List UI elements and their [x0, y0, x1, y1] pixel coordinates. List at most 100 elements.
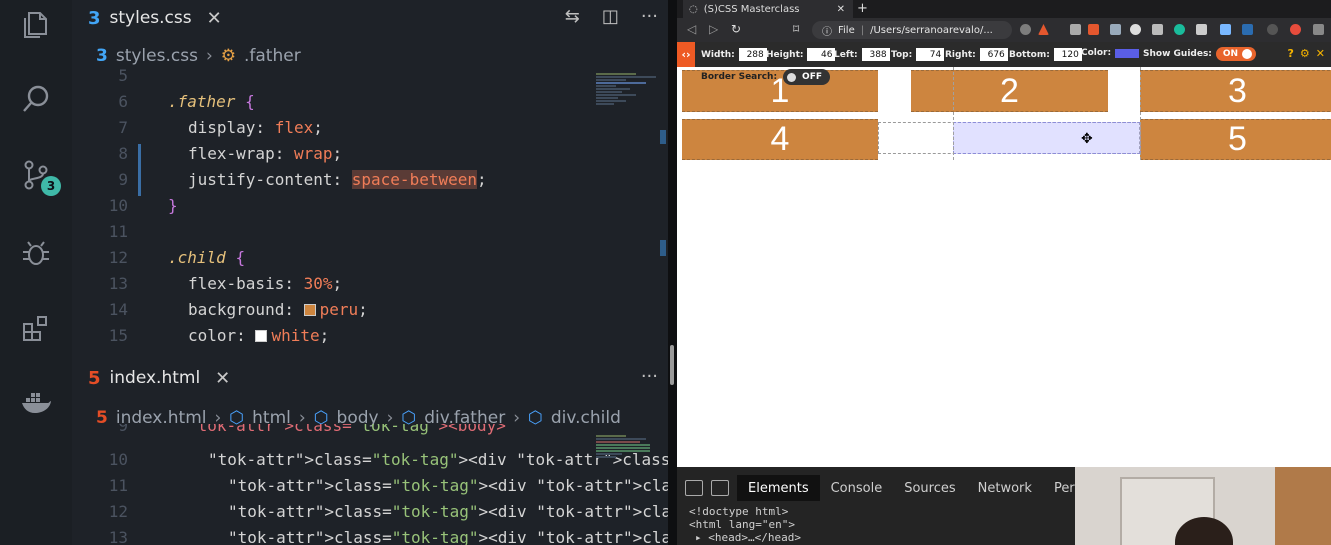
chevron-right-icon: › [205, 46, 213, 66]
code-text: flex-wrap: wrap; [188, 144, 343, 163]
code-line: 9 justify-content: space-between; [72, 170, 668, 196]
reload-icon[interactable]: ↻ [731, 22, 741, 36]
extension-icon[interactable] [1174, 24, 1185, 35]
editor-actions: ··· [641, 366, 658, 387]
browser-tab[interactable]: ◌ (S)CSS Masterclass ✕ [683, 0, 853, 18]
flex-child-2[interactable]: 2 [911, 70, 1108, 112]
tab-network[interactable]: Network [967, 475, 1043, 501]
guides-label: Show Guides: [1143, 49, 1212, 59]
tab-console[interactable]: Console [820, 475, 894, 501]
device-toolbar-icon[interactable] [711, 480, 729, 496]
scrollbar[interactable] [660, 130, 666, 144]
code-text: "tok-attr">class="tok-tag"><div "tok-att… [228, 502, 668, 521]
tab-index-html[interactable]: 5 index.html ✕ [72, 360, 230, 396]
close-icon[interactable]: ✕ [207, 8, 222, 29]
top-value[interactable]: 74 [916, 48, 945, 61]
line-number: 13 [108, 274, 128, 293]
minimap[interactable] [596, 434, 662, 459]
pesticide-icon[interactable] [1088, 24, 1099, 35]
code-text: color: white; [188, 326, 330, 345]
split-editor-icon[interactable]: ◫ [602, 6, 619, 27]
extension-icon[interactable] [1110, 24, 1121, 35]
extension-icon[interactable] [1130, 24, 1141, 35]
more-actions-icon[interactable]: ··· [641, 366, 658, 387]
code-text: "tok-attr">class="tok-tag"><body> [188, 424, 506, 435]
extension-icon[interactable] [1242, 24, 1253, 35]
code-line: 10} [72, 196, 668, 222]
search-icon[interactable] [17, 80, 55, 118]
extension-icon[interactable] [1267, 24, 1278, 35]
breadcrumb-item[interactable]: .father [244, 46, 301, 66]
tab-label: index.html [109, 368, 201, 388]
flex-child-5[interactable]: 5 [1140, 119, 1331, 160]
extension-icon[interactable] [1070, 24, 1081, 35]
debug-icon[interactable] [17, 234, 55, 272]
forward-icon[interactable]: ▷ [709, 22, 718, 36]
extension-icon[interactable] [1313, 24, 1324, 35]
vertical-guide [953, 67, 954, 160]
docker-icon[interactable] [17, 384, 55, 422]
browser-tab-strip: ◌ (S)CSS Masterclass ✕ + [677, 0, 1331, 18]
line-number: 6 [118, 92, 128, 111]
new-tab-button[interactable]: + [857, 1, 868, 16]
dom-line-text: <head>…</head> [708, 531, 801, 544]
rewards-icon[interactable] [1038, 24, 1049, 35]
dom-line[interactable]: <html lang="en"> [689, 518, 801, 531]
tab-styles-css[interactable]: 3 styles.css ✕ [72, 0, 222, 36]
brave-shield-icon[interactable] [1020, 24, 1031, 35]
editor-actions: ⇆ ◫ ··· [565, 6, 658, 27]
close-icon[interactable]: ✕ [1316, 47, 1325, 60]
right-value[interactable]: 676 [979, 48, 1008, 61]
tab-sources[interactable]: Sources [893, 475, 966, 501]
minimap[interactable] [596, 72, 662, 106]
inspect-element-icon[interactable] [685, 480, 703, 496]
compare-changes-icon[interactable]: ⇆ [565, 6, 580, 27]
settings-icon[interactable]: ⚙ [1300, 47, 1310, 60]
extension-icon[interactable] [1290, 24, 1301, 35]
dom-line[interactable]: <!doctype html> [689, 505, 801, 518]
webcam-overlay [1075, 467, 1331, 545]
code-line: 15 color: white; [72, 326, 668, 352]
extension-icon[interactable] [1220, 24, 1231, 35]
border-search-control: Border Search: OFF [681, 67, 830, 87]
line-number: 5 [118, 66, 128, 85]
editor-pane-styles: 3 styles.css ✕ ⇆ ◫ ··· 3 styles.css › ⚙ … [72, 0, 668, 352]
toolbar-icons: ? ⚙ ✕ [1288, 47, 1325, 60]
breadcrumb-item[interactable]: styles.css [116, 46, 198, 66]
drag-handle[interactable] [670, 345, 674, 385]
line-number: 12 [108, 248, 128, 267]
close-icon[interactable]: ✕ [837, 4, 845, 15]
tab-elements[interactable]: Elements [737, 475, 820, 501]
flex-child-3[interactable]: 3 [1140, 70, 1331, 112]
source-control-icon[interactable]: 3 [17, 156, 61, 196]
close-icon[interactable]: ✕ [215, 368, 230, 389]
left-value[interactable]: 388 [861, 48, 890, 61]
page-viewport: 1 2 3 4 5 ✥ Border Search: OFF [677, 67, 1331, 467]
help-icon[interactable]: ? [1288, 47, 1294, 60]
width-value[interactable]: 288 [738, 48, 767, 61]
height-value[interactable]: 46 [807, 48, 836, 61]
dom-tree[interactable]: <!doctype html> <html lang="en"> ▸ <head… [689, 505, 801, 544]
border-search-toggle[interactable]: OFF [783, 69, 830, 85]
back-icon[interactable]: ◁ [687, 22, 696, 36]
dom-line[interactable]: ▸ <head>…</head> [689, 531, 801, 544]
tool-logo-icon[interactable]: ‹› [677, 42, 695, 67]
scrollbar[interactable] [660, 240, 666, 256]
code-text: background: peru; [188, 300, 368, 319]
color-swatch[interactable] [1115, 48, 1140, 58]
explorer-icon[interactable] [17, 6, 55, 44]
bookmark-icon[interactable]: ⌑ [793, 22, 799, 36]
address-prefix: File [838, 24, 855, 36]
split-divider[interactable] [668, 0, 677, 545]
right-label: Right: [945, 49, 976, 60]
extension-icon[interactable] [1196, 24, 1207, 35]
code-text: } [168, 196, 178, 215]
extension-icon[interactable] [1152, 24, 1163, 35]
flex-child-4[interactable]: 4 [682, 119, 878, 160]
more-actions-icon[interactable]: ··· [641, 6, 658, 27]
extensions-icon[interactable] [17, 310, 55, 348]
address-bar[interactable]: ⓘ File | /Users/serranoarevalo/... [812, 21, 1012, 39]
toggle-knob [1242, 49, 1253, 59]
show-guides-toggle[interactable]: ON [1215, 47, 1257, 61]
bottom-value[interactable]: 120 [1053, 48, 1082, 61]
